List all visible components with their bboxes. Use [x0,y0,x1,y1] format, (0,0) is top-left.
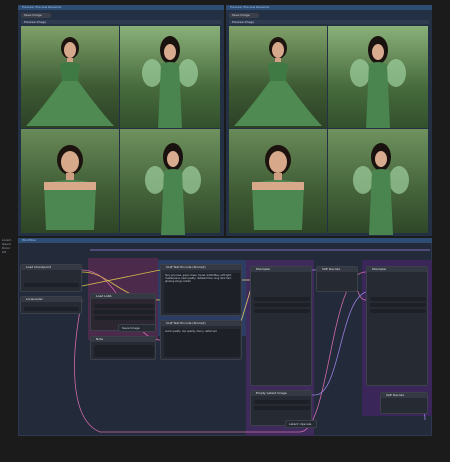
load-checkpoint-node[interactable]: Load Checkpoint [20,264,82,292]
clip-positive-text: fairy princess, green dress, forest, but… [165,274,232,283]
ksampler-2-title: KSampler [372,267,387,271]
vae-decode-1-title: VAE Decode [322,267,341,271]
note-title: Note [96,337,104,341]
empty-latent-title: Empty Latent Image [256,391,287,395]
clip-negative-node[interactable]: CLIP Text Encode (Prompt) worst quality,… [160,320,242,360]
ksampler-1-field-cfg[interactable] [254,309,310,313]
ksampler-2-field-seed[interactable] [370,297,426,301]
ksampler-2-node[interactable]: KSampler [366,266,428,386]
load-lora-field-3[interactable] [94,316,154,320]
vae-decode-2-title: VAE Decode [386,393,405,397]
clip-positive-textarea[interactable]: fairy princess, green dress, forest, but… [164,273,240,313]
lora-loader-field[interactable] [24,307,79,311]
ksampler-2-field-steps[interactable] [370,303,426,307]
lora-loader-header[interactable]: LoraLoader [21,297,81,302]
empty-latent-header[interactable]: Empty Latent Image [251,391,311,396]
note-header[interactable]: Note [91,337,155,342]
lora-loader-title: LoraLoader [26,297,43,301]
save-image-node[interactable]: Save Image [118,324,156,332]
ksampler-1-title: KSampler [256,267,271,271]
note-field[interactable] [94,345,154,357]
empty-latent-height[interactable] [254,406,310,410]
vae-decode-2-node[interactable]: VAE Decode [380,392,428,414]
empty-latent-width[interactable] [254,400,310,404]
clip-negative-title: CLIP Text Encode (Prompt) [166,321,206,325]
load-lora-title: Load LoRA [96,294,112,298]
ksampler-2-field-cfg[interactable] [370,309,426,313]
clip-negative-textarea[interactable]: worst quality, low quality, blurry, defo… [164,329,240,357]
ksampler-2-header[interactable]: KSampler [367,267,427,272]
save-image-title: Save Image [122,326,140,330]
vae-decode-1-node[interactable]: VAE Decode [316,266,358,292]
clip-positive-node[interactable]: CLIP Text Encode (Prompt) fairy princess… [160,264,242,316]
note-node[interactable]: Note [90,336,156,360]
load-checkpoint-title: Load Checkpoint [26,265,52,269]
load-lora-field-2[interactable] [94,310,154,314]
clip-positive-header[interactable]: CLIP Text Encode (Prompt) [161,265,241,270]
latent-upscale-node[interactable]: Latent Upscale [285,420,317,428]
ksampler-1-node[interactable]: KSampler [250,266,312,386]
load-checkpoint-header[interactable]: Load Checkpoint [21,265,81,270]
ksampler-1-field-steps[interactable] [254,303,310,307]
clip-positive-title: CLIP Text Encode (Prompt) [166,265,206,269]
vae-decode-1-header[interactable]: VAE Decode [317,267,357,272]
load-lora-header[interactable]: Load LoRA [91,294,155,299]
ksampler-1-field-seed[interactable] [254,297,310,301]
lora-loader-node[interactable]: LoraLoader [20,296,82,314]
load-lora-field-1[interactable] [94,304,154,308]
load-checkpoint-field[interactable] [24,283,79,287]
latent-upscale-title: Latent Upscale [289,422,312,426]
ksampler-1-header[interactable]: KSampler [251,267,311,272]
clip-negative-text: worst quality, low quality, blurry, defo… [165,330,217,333]
clip-negative-header[interactable]: CLIP Text Encode (Prompt) [161,321,241,326]
vae-decode-2-header[interactable]: VAE Decode [381,393,427,398]
